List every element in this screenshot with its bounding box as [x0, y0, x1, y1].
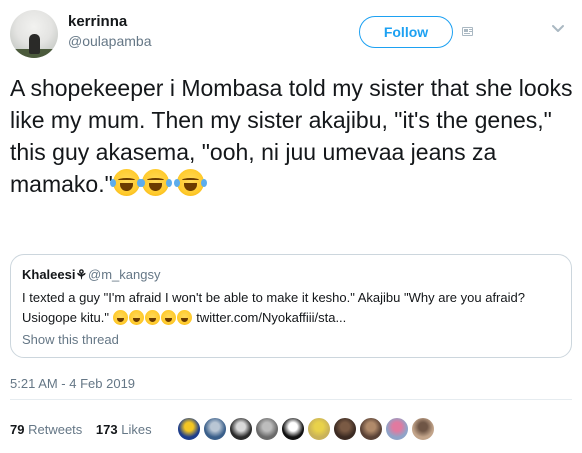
- laughing-emoji-icon: [160, 310, 176, 325]
- liker-avatar[interactable]: [410, 416, 436, 442]
- liker-avatars: [176, 416, 436, 444]
- laughing-emoji-icon: [138, 169, 172, 196]
- laughing-emoji-icon: [112, 310, 128, 325]
- tweet-timestamp[interactable]: 5:21 AM - 4 Feb 2019: [10, 376, 135, 391]
- laughing-emoji-icon: [174, 169, 208, 196]
- tweet-body: A shopekeeper i Mombasa told my sister t…: [10, 75, 573, 197]
- liker-avatar[interactable]: [358, 416, 384, 442]
- likes-stat[interactable]: 173 Likes: [96, 422, 152, 437]
- liker-avatar[interactable]: [384, 416, 410, 442]
- chevron-down-icon[interactable]: [551, 24, 565, 34]
- liker-avatar[interactable]: [228, 416, 254, 442]
- quoted-display-name: Khaleesi⚘: [22, 267, 88, 282]
- laughing-emoji-icon: [109, 169, 143, 196]
- liker-avatar[interactable]: [202, 416, 228, 442]
- liker-avatar[interactable]: [332, 416, 358, 442]
- laughing-emoji-icon: [128, 310, 144, 325]
- quoted-link[interactable]: twitter.com/Nyokaffiii/sta...: [196, 310, 346, 325]
- user-card-icon[interactable]: [462, 27, 473, 36]
- tweet-text: A shopekeeper i Mombasa told my sister t…: [10, 72, 576, 200]
- quoted-handle: @m_kangsy: [88, 267, 161, 282]
- avatar-figure: [29, 34, 40, 54]
- author-display-name[interactable]: kerrinna: [68, 13, 127, 30]
- follow-button[interactable]: Follow: [359, 16, 453, 48]
- author-handle[interactable]: @oulapamba: [68, 33, 152, 49]
- show-thread-link[interactable]: Show this thread: [22, 332, 119, 347]
- tweet-stats: 79 Retweets 173 Likes: [10, 422, 152, 437]
- divider: [10, 399, 572, 400]
- quoted-text: I texted a guy "I'm afraid I won't be ab…: [22, 288, 562, 328]
- liker-avatar[interactable]: [176, 416, 202, 442]
- liker-avatar[interactable]: [254, 416, 280, 442]
- laughing-emoji-icon: [176, 310, 192, 325]
- author-avatar[interactable]: [10, 10, 58, 58]
- liker-avatar[interactable]: [306, 416, 332, 442]
- quoted-tweet-card[interactable]: Khaleesi⚘ @m_kangsy I texted a guy "I'm …: [10, 254, 572, 358]
- laughing-emoji-icon: [144, 310, 160, 325]
- quoted-badge-icon: ⚘: [75, 267, 88, 282]
- retweets-stat[interactable]: 79 Retweets: [10, 422, 82, 437]
- liker-avatar[interactable]: [280, 416, 306, 442]
